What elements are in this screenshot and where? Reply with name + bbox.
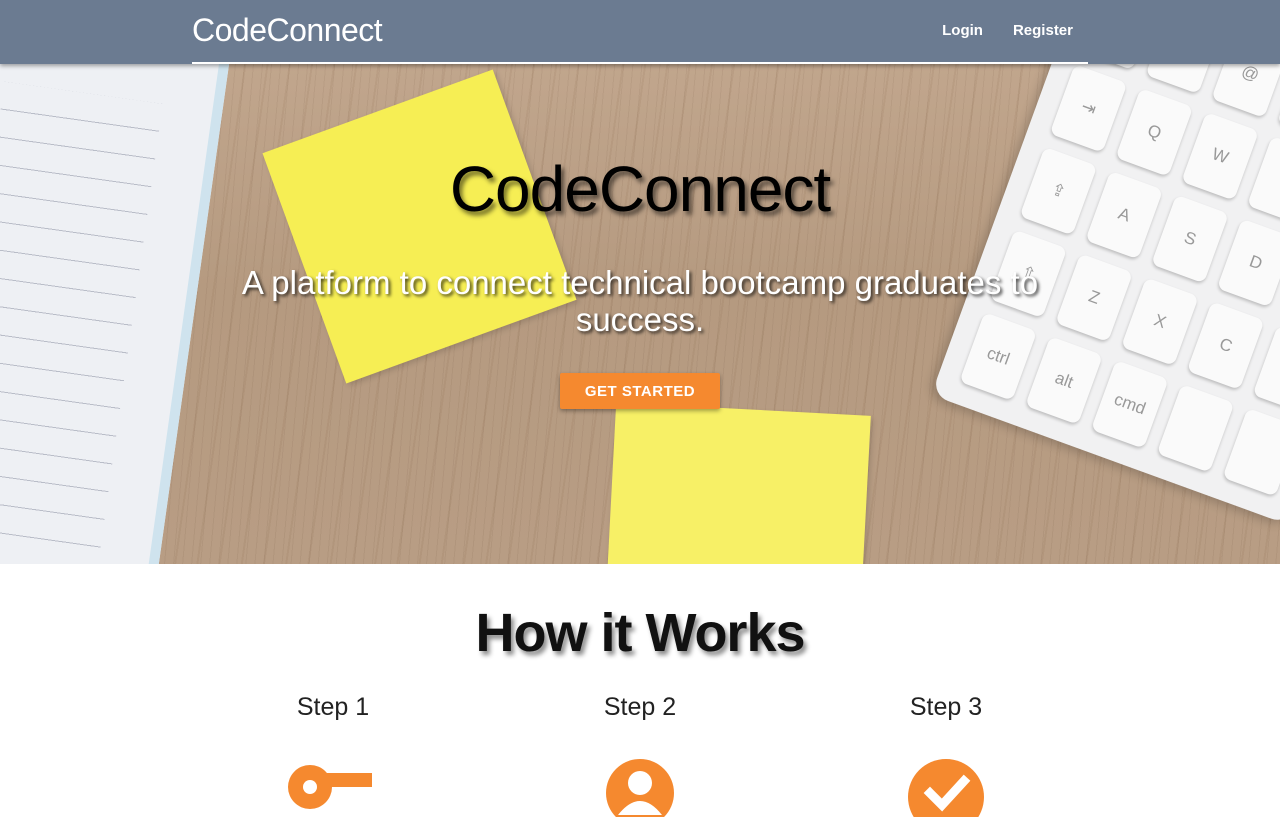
hero-section: ~!@#$⇥QWER⇪ASDF⇧ZXCVctrlaltcmd CodeConne… [0,64,1280,564]
brand-link[interactable]: CodeConnect [192,12,383,49]
get-started-button[interactable]: GET STARTED [560,373,720,409]
login-link[interactable]: Login [942,22,983,39]
step-3: Step 3 [846,693,1046,817]
keyboard-key: cmd [1090,360,1169,449]
check-circle-icon [908,759,984,817]
keyboard-key: ⇥ [1049,64,1128,153]
navbar-container: CodeConnect Login Register [192,0,1088,64]
sticky-note-image [604,402,871,564]
hero-title: CodeConnect [449,153,831,225]
keyboard-key: ! [1145,64,1224,95]
keyboard-key: D [1216,218,1280,308]
key-icon [288,765,372,809]
nav-links: Login Register [942,22,1073,39]
keyboard-key [1156,383,1235,473]
user-icon [606,759,674,817]
step-2: Step 2 [540,693,740,817]
register-link[interactable]: Register [1013,22,1073,39]
notebook-image [0,64,231,564]
keyboard-key [1222,407,1280,497]
hero-subtitle: A platform to connect technical bootcamp… [241,264,1039,338]
step-label: Step 1 [296,693,370,721]
step-label: Step 2 [603,693,677,721]
keyboard-key: X [1120,277,1199,367]
keyboard-key: @ [1211,64,1280,118]
navbar: CodeConnect Login Register [0,0,1280,64]
keyboard-key: C [1186,301,1265,390]
how-it-works-title: How it Works [475,603,805,663]
step-1: Step 1 [233,693,433,809]
keyboard-key: alt [1025,336,1103,425]
step-label: Step 3 [909,693,983,721]
